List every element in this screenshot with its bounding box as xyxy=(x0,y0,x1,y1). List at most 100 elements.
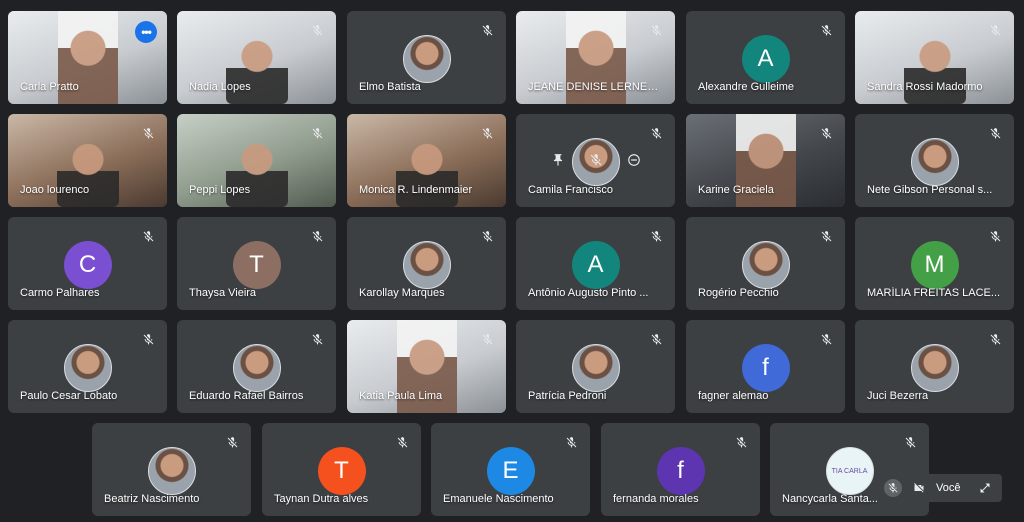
participant-name: Karine Graciela xyxy=(698,184,774,196)
participant-name: Taynan Dutra alves xyxy=(274,493,369,505)
participant-name: Katia Paula Lima xyxy=(359,390,443,402)
participant-name: Patrícia Pedroni xyxy=(528,390,607,402)
participant-name: Elmo Batista xyxy=(359,81,421,93)
participant-tile[interactable]: Patrícia Pedroni xyxy=(516,320,675,413)
avatar: T xyxy=(317,447,366,495)
expand-icon[interactable] xyxy=(976,479,994,497)
participant-name: Antônio Augusto Pinto ... xyxy=(528,287,649,299)
participant-name: MARÍLIA FREITAS LACE... xyxy=(867,287,1001,299)
mic-off-icon xyxy=(139,227,157,245)
participant-name: Camila Francisco xyxy=(528,184,613,196)
avatar xyxy=(910,138,959,186)
participant-tile[interactable]: Monica R. Lindenmaier xyxy=(347,114,506,207)
mic-off-icon xyxy=(986,227,1004,245)
mic-off-icon xyxy=(139,330,157,348)
participant-name: Paulo Cesar Lobato xyxy=(20,390,118,402)
participant-name: Beatriz Nascimento xyxy=(104,493,200,505)
mic-off-icon xyxy=(647,227,665,245)
participant-name: Emanuele Nascimento xyxy=(443,493,554,505)
participant-tile[interactable]: E Emanuele Nascimento xyxy=(431,423,590,516)
avatar: TIA CARLA xyxy=(825,447,874,495)
mic-off-icon xyxy=(817,21,835,39)
participant-name: Karollay Marques xyxy=(359,287,445,299)
participant-tile[interactable]: ••• Carla Pratto xyxy=(8,11,167,104)
participant-name: Joao lourenco xyxy=(20,184,90,196)
participant-name: Sandra Rossi Madormo xyxy=(867,81,983,93)
participant-tile[interactable]: M MARÍLIA FREITAS LACE... xyxy=(855,217,1014,310)
avatar xyxy=(232,344,281,392)
participant-name: Monica R. Lindenmaier xyxy=(359,184,473,196)
mic-off-icon[interactable] xyxy=(884,479,902,497)
pin-icon[interactable] xyxy=(550,152,566,168)
participant-name: Nadia Lopes xyxy=(189,81,251,93)
mic-off-icon xyxy=(308,124,326,142)
participant-tile[interactable]: JEANE DENISE LERNER... xyxy=(516,11,675,104)
participant-tile[interactable]: Peppi Lopes xyxy=(177,114,336,207)
mic-off-icon[interactable] xyxy=(588,152,604,168)
participant-tile[interactable]: Sandra Rossi Madormo xyxy=(855,11,1014,104)
participant-tile[interactable]: T Taynan Dutra alves xyxy=(262,423,421,516)
participant-name: Rogério Pecchio xyxy=(698,287,779,299)
mic-off-icon xyxy=(223,433,241,451)
participant-name: Carmo Palhares xyxy=(20,287,100,299)
mic-off-icon xyxy=(986,330,1004,348)
participant-name: Alexandre Gulleime xyxy=(698,81,794,93)
participant-tile[interactable]: f fernanda morales xyxy=(601,423,760,516)
self-view-bar[interactable]: Você xyxy=(876,474,1002,502)
mic-off-icon xyxy=(986,21,1004,39)
participant-tile[interactable]: TIA CARLA Nancycarla Santa... xyxy=(770,423,929,516)
participant-tile[interactable]: A Antônio Augusto Pinto ... xyxy=(516,217,675,310)
avatar xyxy=(741,241,790,289)
participant-tile[interactable]: Karollay Marques xyxy=(347,217,506,310)
mic-off-icon xyxy=(647,124,665,142)
mic-off-icon xyxy=(901,433,919,451)
avatar xyxy=(63,344,112,392)
avatar xyxy=(402,35,451,83)
mic-off-icon xyxy=(732,433,750,451)
participant-name: fernanda morales xyxy=(613,493,699,505)
mic-off-icon xyxy=(817,124,835,142)
participant-tile[interactable]: Beatriz Nascimento xyxy=(92,423,251,516)
camera-off-icon[interactable] xyxy=(910,479,928,497)
mic-off-icon xyxy=(308,227,326,245)
remove-icon[interactable] xyxy=(626,152,642,168)
participant-tile[interactable]: Karine Graciela xyxy=(686,114,845,207)
mic-off-icon xyxy=(817,227,835,245)
self-view-label: Você xyxy=(936,482,961,494)
mic-off-icon xyxy=(308,330,326,348)
participant-tile[interactable]: Juci Bezerra xyxy=(855,320,1014,413)
participant-tile[interactable]: Camila Francisco xyxy=(516,114,675,207)
participant-tile[interactable]: Joao lourenco xyxy=(8,114,167,207)
participant-name: fagner alemao xyxy=(698,390,769,402)
avatar: f xyxy=(656,447,705,495)
participant-tile[interactable]: Rogério Pecchio xyxy=(686,217,845,310)
avatar: M xyxy=(910,241,959,289)
avatar: E xyxy=(486,447,535,495)
avatar xyxy=(402,241,451,289)
tile-hover-controls xyxy=(516,152,675,168)
participant-tile[interactable]: f fagner alemao xyxy=(686,320,845,413)
avatar xyxy=(571,344,620,392)
avatar: T xyxy=(232,241,281,289)
mic-off-icon xyxy=(393,433,411,451)
avatar xyxy=(147,447,196,495)
participant-tile[interactable]: T Thaysa Vieira xyxy=(177,217,336,310)
participant-tile[interactable]: Elmo Batista xyxy=(347,11,506,104)
participant-tile[interactable]: Nadia Lopes xyxy=(177,11,336,104)
mic-off-icon xyxy=(478,124,496,142)
mic-off-icon xyxy=(562,433,580,451)
participant-tile[interactable]: Paulo Cesar Lobato xyxy=(8,320,167,413)
avatar: A xyxy=(571,241,620,289)
participant-name: Juci Bezerra xyxy=(867,390,929,402)
participant-tile[interactable]: A Alexandre Gulleime xyxy=(686,11,845,104)
avatar: A xyxy=(741,35,790,83)
more-options-icon[interactable]: ••• xyxy=(135,21,157,43)
mic-off-icon xyxy=(647,21,665,39)
participant-tile[interactable]: Nete Gibson Personal s... xyxy=(855,114,1014,207)
mic-off-icon xyxy=(478,21,496,39)
participant-tile[interactable]: C Carmo Palhares xyxy=(8,217,167,310)
participant-tile[interactable]: Eduardo Rafael Bairros xyxy=(177,320,336,413)
participant-name: Thaysa Vieira xyxy=(189,287,257,299)
participant-tile[interactable]: Katia Paula Lima xyxy=(347,320,506,413)
avatar: C xyxy=(63,241,112,289)
